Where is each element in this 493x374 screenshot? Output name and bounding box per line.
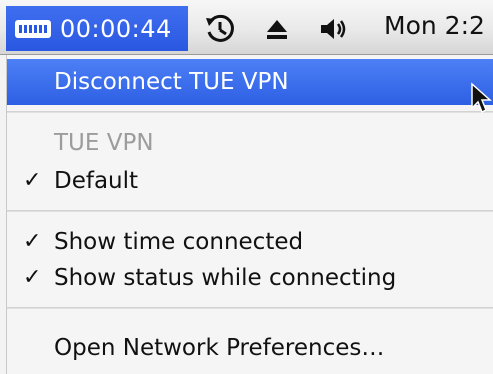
- vpn-dropdown-menu: Disconnect TUE VPN TUE VPN ✓ Default ✓ S…: [6, 55, 493, 374]
- open-network-preferences-item[interactable]: Open Network Preferences…: [7, 325, 493, 371]
- screen: 00:00:44 Mon 2:2 Disconnect TUE VPN TUE …: [0, 0, 493, 374]
- menu-separator: [7, 111, 493, 113]
- vpn-connection-timer: 00:00:44: [60, 14, 172, 43]
- show-status-connecting-label: Show status while connecting: [54, 265, 397, 291]
- disconnect-vpn-label: Disconnect TUE VPN: [54, 69, 289, 95]
- volume-icon[interactable]: [316, 12, 350, 46]
- config-default-label: Default: [54, 168, 139, 194]
- disconnect-vpn-item[interactable]: Disconnect TUE VPN: [7, 59, 493, 105]
- checkmark-icon: ✓: [23, 265, 42, 290]
- config-default-item[interactable]: ✓ Default: [7, 158, 493, 204]
- menu-separator: [7, 210, 493, 212]
- eject-icon[interactable]: [260, 12, 294, 46]
- checkmark-icon: ✓: [23, 168, 42, 193]
- vpn-status-icon: [15, 19, 51, 38]
- time-machine-icon[interactable]: [203, 12, 237, 46]
- menu-bar: 00:00:44 Mon 2:2: [0, 0, 493, 55]
- show-status-connecting-item[interactable]: ✓ Show status while connecting: [7, 255, 493, 301]
- vpn-menu-extra[interactable]: 00:00:44: [6, 6, 188, 51]
- menubar-clock[interactable]: Mon 2:2: [384, 11, 485, 40]
- mouse-pointer-icon: [471, 82, 492, 114]
- menu-separator: [7, 307, 493, 309]
- open-network-preferences-label: Open Network Preferences…: [54, 335, 385, 361]
